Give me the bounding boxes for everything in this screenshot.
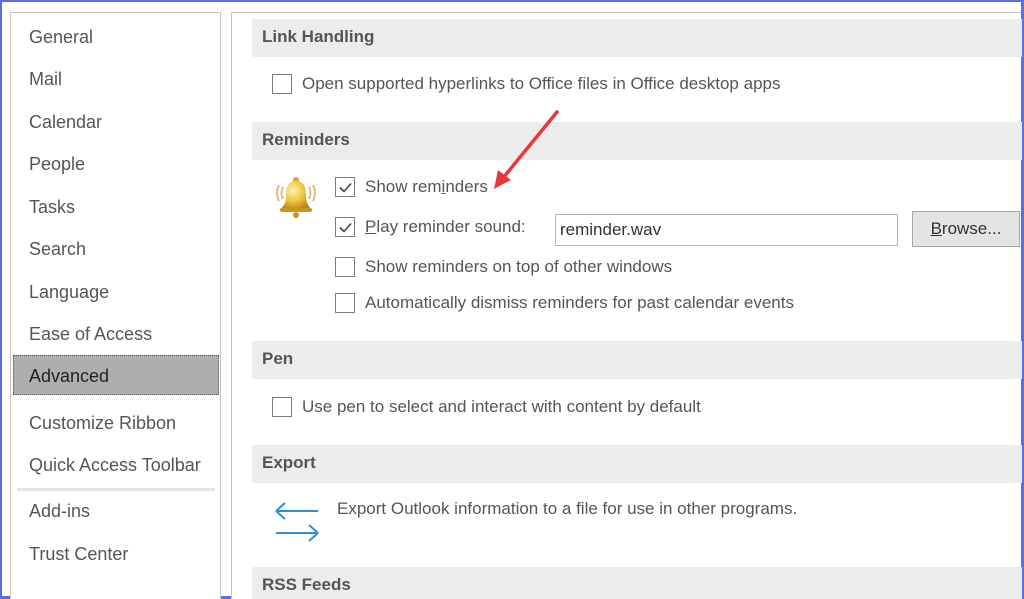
section-header-rss-feeds: RSS Feeds [252,567,1022,599]
checkmark-icon [338,222,352,233]
auto-dismiss-checkbox[interactable] [335,293,355,313]
section-header-link-handling: Link Handling [252,19,1022,57]
open-hyperlinks-checkbox[interactable] [272,74,292,94]
export-description[interactable]: Export Outlook information to a file for… [337,499,797,519]
sidebar-item-calendar[interactable]: Calendar [12,102,219,142]
sidebar-item-tasks[interactable]: Tasks [12,187,219,227]
bell-icon [272,173,320,219]
section-header-export: Export [252,445,1022,483]
advanced-options-panel: Link Handling Open supported hyperlinks … [231,12,1022,599]
section-header-reminders: Reminders [252,122,1022,160]
reminders-on-top-checkbox[interactable] [335,257,355,277]
sidebar-item-people[interactable]: People [12,144,219,184]
auto-dismiss-label: Automatically dismiss reminders for past… [365,293,794,312]
reminders-on-top-option[interactable]: Show reminders on top of other windows [335,257,672,277]
auto-dismiss-option[interactable]: Automatically dismiss reminders for past… [335,293,794,313]
browse-button[interactable]: Browse... [912,211,1020,247]
sidebar-item-quick-access-toolbar[interactable]: Quick Access Toolbar [12,445,219,485]
sidebar-item-add-ins[interactable]: Add-ins [12,491,219,531]
sidebar-item-general[interactable]: General [12,17,219,57]
play-reminder-sound-option[interactable]: Play reminder sound: [335,217,526,237]
sidebar-item-language[interactable]: Language [12,272,219,312]
sidebar-item-search[interactable]: Search [12,229,219,269]
checkmark-icon [338,182,352,193]
section-header-pen: Pen [252,341,1022,379]
sidebar-item-customize-ribbon[interactable]: Customize Ribbon [12,403,219,443]
play-reminder-sound-label: Play reminder sound: [365,217,526,236]
options-sidebar: General Mail Calendar People Tasks Searc… [10,12,221,599]
sidebar-item-mail[interactable]: Mail [12,59,219,99]
play-reminder-sound-checkbox[interactable] [335,217,355,237]
reminder-sound-file-input[interactable]: reminder.wav [555,214,898,246]
show-reminders-label: Show reminders [365,177,488,196]
sidebar-item-advanced[interactable]: Advanced [13,355,219,395]
use-pen-checkbox[interactable] [272,397,292,417]
open-hyperlinks-label: Open supported hyperlinks to Office file… [302,74,781,93]
export-arrows-icon[interactable] [272,497,322,545]
open-hyperlinks-option[interactable]: Open supported hyperlinks to Office file… [272,74,780,94]
use-pen-option[interactable]: Use pen to select and interact with cont… [272,397,701,417]
show-reminders-checkbox[interactable] [335,177,355,197]
sidebar-item-trust-center[interactable]: Trust Center [12,534,219,574]
sidebar-item-ease-of-access[interactable]: Ease of Access [12,314,219,354]
show-reminders-option[interactable]: Show reminders [335,177,488,197]
reminders-on-top-label: Show reminders on top of other windows [365,257,673,276]
use-pen-label: Use pen to select and interact with cont… [302,397,701,416]
